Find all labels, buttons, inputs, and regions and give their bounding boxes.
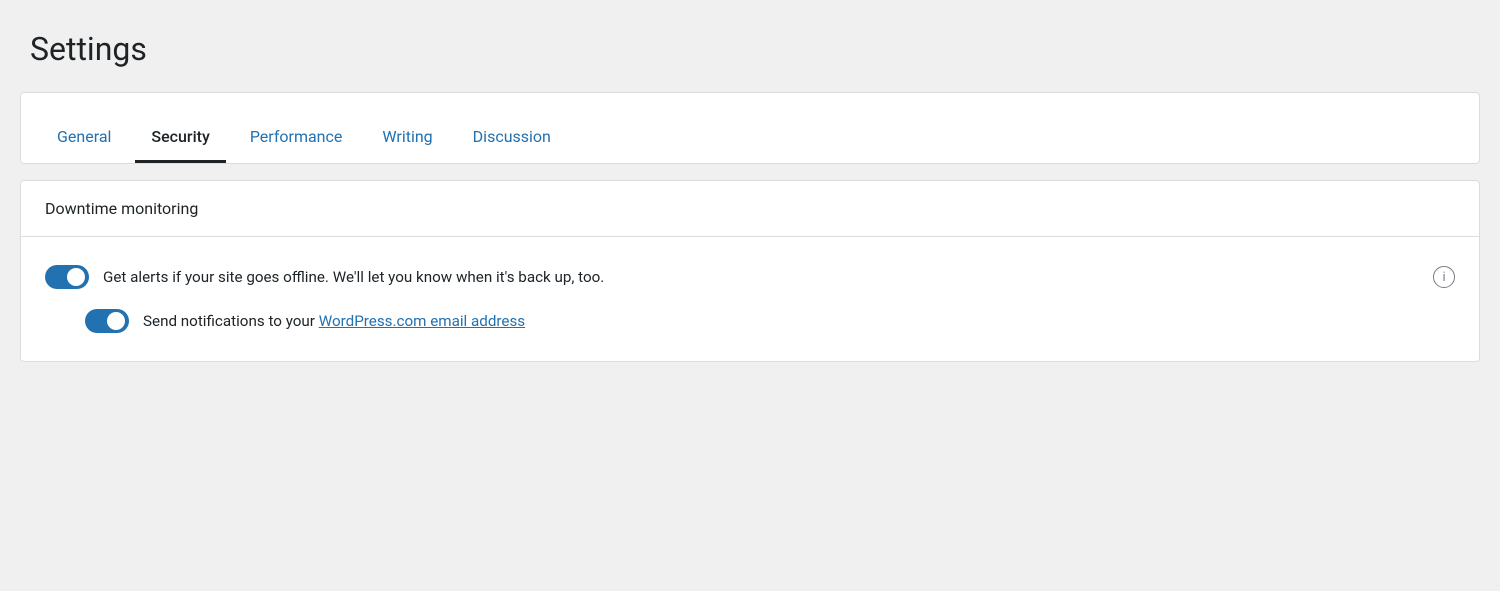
tab-security[interactable]: Security [135, 109, 225, 163]
notifications-toggle-row: Send notifications to your WordPress.com… [45, 309, 1455, 333]
wordpress-email-link[interactable]: WordPress.com email address [319, 312, 525, 330]
alerts-toggle-slider [45, 265, 89, 289]
tab-writing[interactable]: Writing [366, 109, 448, 163]
info-symbol: i [1442, 270, 1445, 285]
alerts-toggle-label: Get alerts if your site goes offline. We… [103, 268, 604, 286]
notifications-toggle-label: Send notifications to your WordPress.com… [143, 312, 525, 330]
page-title: Settings [20, 30, 1480, 68]
tab-performance[interactable]: Performance [234, 109, 359, 163]
alerts-toggle[interactable] [45, 265, 89, 289]
section-body: Get alerts if your site goes offline. We… [21, 237, 1479, 361]
tab-general[interactable]: General [41, 109, 127, 163]
notifications-toggle-slider [85, 309, 129, 333]
tab-discussion[interactable]: Discussion [457, 109, 567, 163]
section-title: Downtime monitoring [21, 181, 1479, 237]
info-icon[interactable]: i [1433, 266, 1455, 288]
tabs-card: General Security Performance Writing Dis… [20, 92, 1480, 164]
notifications-label-prefix: Send notifications to your [143, 312, 319, 330]
downtime-monitoring-card: Downtime monitoring Get alerts if your s… [20, 180, 1480, 362]
tabs-container: General Security Performance Writing Dis… [21, 93, 1479, 163]
alerts-toggle-row: Get alerts if your site goes offline. We… [45, 265, 1455, 289]
notifications-toggle[interactable] [85, 309, 129, 333]
